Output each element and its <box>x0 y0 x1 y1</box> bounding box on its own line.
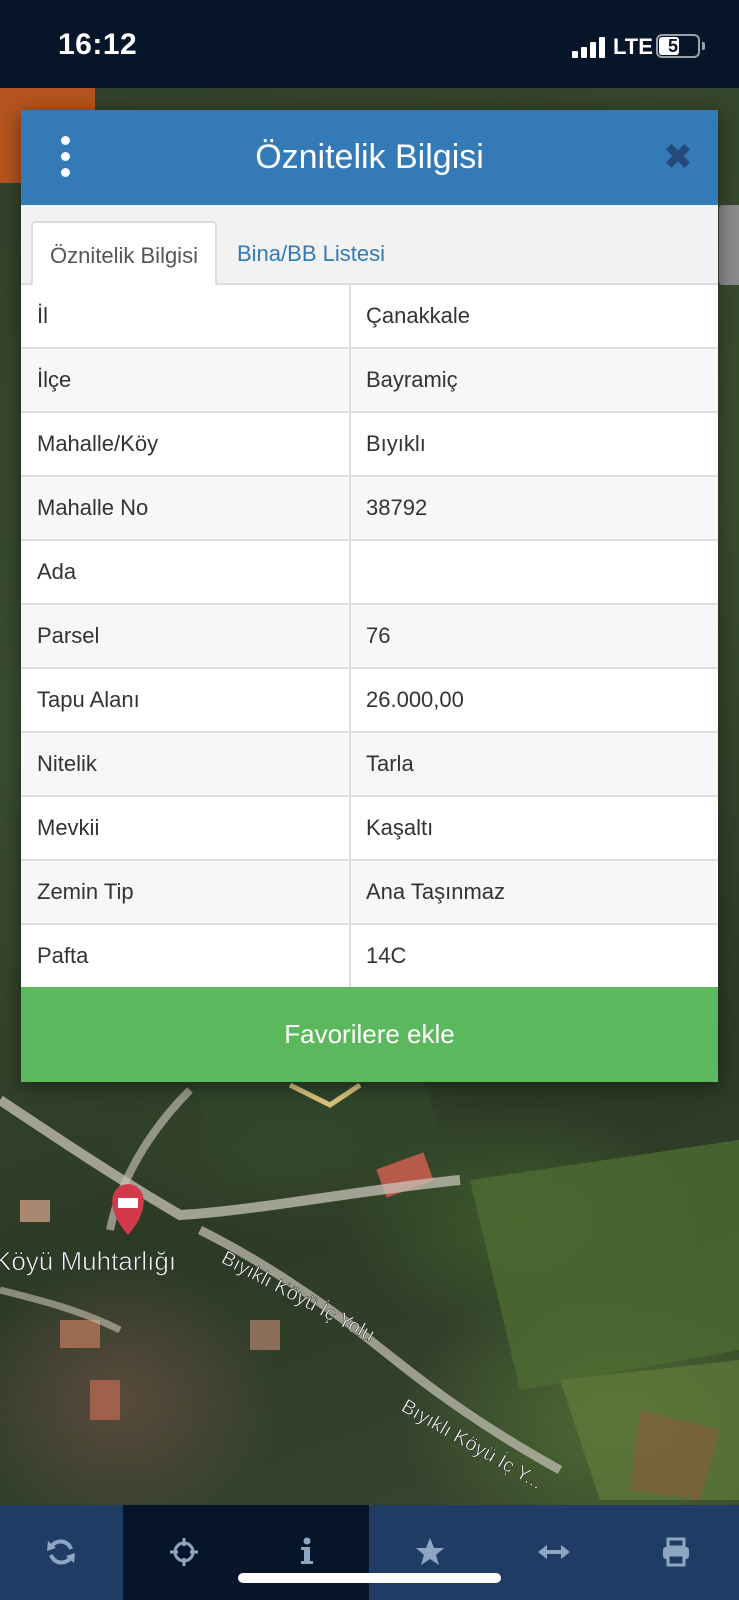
attribute-name: Tapu Alanı <box>37 687 140 712</box>
locate-button[interactable] <box>123 1505 246 1600</box>
refresh-icon <box>47 1539 75 1565</box>
attribute-value: 76 <box>366 623 391 648</box>
attribute-name: İlçe <box>37 367 72 392</box>
horizontal-arrows-icon <box>538 1545 570 1559</box>
column-divider <box>349 797 351 859</box>
modal-header: Öznitelik Bilgisi ✖ <box>21 110 718 205</box>
column-divider <box>349 477 351 539</box>
map-marker-icon[interactable] <box>112 1184 144 1235</box>
add-to-favorites-button[interactable]: Favorilere ekle <box>21 987 718 1082</box>
tab-bar: Öznitelik Bilgisi Bina/BB Listesi <box>21 205 718 287</box>
table-row: Pafta 14C <box>21 925 718 989</box>
attribute-value: Tarla <box>366 751 414 776</box>
attribute-info-modal: Öznitelik Bilgisi ✖ Öznitelik Bilgisi Bi… <box>21 110 718 1082</box>
attribute-name: Zemin Tip <box>37 879 134 904</box>
attribute-value: 38792 <box>366 495 428 520</box>
star-icon <box>416 1538 444 1565</box>
measure-button[interactable] <box>492 1505 615 1600</box>
column-divider <box>349 861 351 923</box>
table-row: Mahalle No 38792 <box>21 477 718 541</box>
column-divider <box>349 669 351 731</box>
attribute-name: Pafta <box>37 943 89 968</box>
table-row: Zemin Tip Ana Taşınmaz <box>21 861 718 925</box>
table-row: Ada <box>21 541 718 605</box>
favorites-button[interactable] <box>369 1505 492 1600</box>
map-label: Köyü Muhtarlığı <box>0 1246 176 1276</box>
print-icon <box>663 1537 689 1567</box>
attribute-value: 26.000,00 <box>366 687 464 712</box>
status-time: 16:12 <box>58 28 138 61</box>
attribute-name: Mevkii <box>37 815 100 840</box>
close-button[interactable]: ✖ <box>661 139 695 175</box>
tab-attribute-info[interactable]: Öznitelik Bilgisi <box>31 221 217 287</box>
refresh-button[interactable] <box>0 1505 123 1600</box>
field-patch <box>470 1140 739 1390</box>
tab-building-list[interactable]: Bina/BB Listesi <box>221 221 401 287</box>
table-row: Mahalle/Köy Bıyıklı <box>21 413 718 477</box>
battery-cap <box>702 42 705 50</box>
column-divider <box>349 605 351 667</box>
attribute-value: Çanakkale <box>366 303 470 328</box>
building <box>60 1320 100 1348</box>
attribute-value <box>366 541 706 603</box>
attribute-name: Mahalle No <box>37 495 149 520</box>
attribute-name: Mahalle/Köy <box>37 431 159 456</box>
status-bar: 16:12 LTE 51 <box>0 0 739 88</box>
attribute-table: İl Çanakkale İlçe Bayramiç Mahalle/Köy Bıyıkl… <box>21 285 718 989</box>
table-row: Parsel 76 <box>21 605 718 669</box>
building <box>20 1200 50 1222</box>
attribute-name: Parsel <box>37 623 100 648</box>
attribute-value: Ana Taşınmaz <box>366 879 506 904</box>
column-divider <box>349 541 351 603</box>
bottom-toolbar <box>0 1505 739 1600</box>
table-row: Nitelik Tarla <box>21 733 718 797</box>
column-divider <box>349 349 351 411</box>
network-type: LTE <box>613 34 653 59</box>
cellular-signal-icon <box>572 36 606 58</box>
attribute-value: Bayramiç <box>366 367 458 392</box>
info-button[interactable] <box>246 1505 369 1600</box>
attribute-name: İl <box>37 303 48 328</box>
table-row: İl Çanakkale <box>21 285 718 349</box>
attribute-name: Ada <box>37 559 77 584</box>
crosshair-icon <box>170 1538 198 1566</box>
battery-icon: 51 <box>656 34 700 58</box>
attribute-value: Bıyıklı <box>366 431 426 456</box>
modal-title: Öznitelik Bilgisi <box>255 138 484 176</box>
print-button[interactable] <box>615 1505 739 1600</box>
attribute-value: 14C <box>366 943 407 968</box>
scrollbar-handle[interactable] <box>719 205 739 285</box>
building <box>250 1320 280 1350</box>
close-icon: ✖ <box>662 136 694 177</box>
attribute-name: Nitelik <box>37 751 97 776</box>
battery-level: 51 <box>667 36 689 56</box>
building <box>90 1380 120 1420</box>
table-row: Tapu Alanı 26.000,00 <box>21 669 718 733</box>
column-divider <box>349 413 351 475</box>
column-divider <box>349 285 351 347</box>
table-row: Mevkii Kaşaltı <box>21 797 718 861</box>
info-icon <box>301 1537 313 1564</box>
column-divider <box>349 733 351 795</box>
table-row: İlçe Bayramiç <box>21 349 718 413</box>
home-indicator[interactable] <box>238 1573 501 1583</box>
attribute-value: Kaşaltı <box>366 815 434 840</box>
map-label: Bıyıklı Köyü İç Y... <box>398 1394 547 1494</box>
map-label: Bıyıklı Köyü İç Yolu <box>218 1246 379 1346</box>
column-divider <box>349 925 351 987</box>
